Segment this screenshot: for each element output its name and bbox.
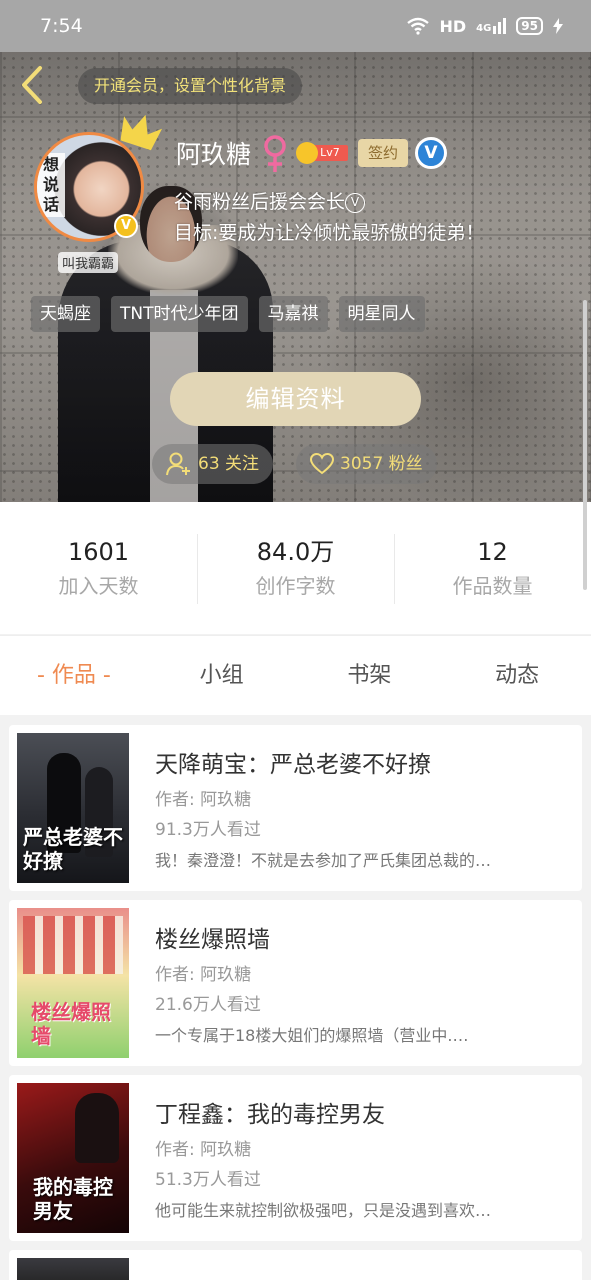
vip-banner[interactable]: 开通会员，设置个性化背景 (78, 68, 303, 104)
add-user-icon (166, 452, 190, 476)
signal-icon: 4G (476, 18, 507, 34)
tag-item[interactable]: 明星同人 (338, 296, 425, 332)
stat-works: 12 作品数量 (394, 534, 591, 604)
level-badge: Lv7 (296, 142, 350, 164)
stat-value: 12 (477, 538, 508, 566)
edit-profile-button[interactable]: 编辑资料 (170, 372, 421, 426)
book-description: 我！秦澄澄！不就是去参加了严氏集团总裁的… (155, 851, 492, 870)
book-author: 作者: 阿玖糖 (155, 790, 252, 810)
battery-icon: 95 (516, 17, 543, 35)
stat-value: 84.0万 (256, 538, 335, 566)
book-cover: 严总老婆不好撩 (17, 733, 129, 883)
book-description: 他可能生来就控制欲极强吧，只是没遇到喜欢… (155, 1201, 492, 1220)
status-bar: 7:54 HD 4G 95 (0, 0, 591, 52)
heart-icon (310, 453, 334, 475)
book-title: 天降萌宝：严总老婆不好撩 (155, 752, 431, 778)
book-item-partial[interactable] (9, 1250, 582, 1280)
book-item[interactable]: 楼丝爆照墙 楼丝爆照墙 作者: 阿玖糖 21.6万人看过 一个专属于18楼大姐们… (9, 900, 582, 1066)
avatar-tag: 叫我霸霸 (58, 252, 119, 273)
stat-days: 1601 加入天数 (0, 534, 197, 602)
stat-label: 创作字数 (255, 574, 336, 598)
book-cover: 我的毒控男友 (17, 1083, 129, 1233)
wifi-icon (407, 17, 430, 35)
book-title: 丁程鑫：我的毒控男友 (155, 1102, 385, 1128)
tab-groups[interactable]: 小组 (148, 636, 296, 715)
book-item[interactable]: 我的毒控男友 丁程鑫：我的毒控男友 作者: 阿玖糖 51.3万人看过 他可能生来… (9, 1075, 582, 1241)
female-icon (264, 135, 286, 172)
stat-label: 加入天数 (58, 574, 139, 598)
tab-works[interactable]: - 作品 - (0, 636, 148, 715)
book-title: 楼丝爆照墙 (155, 927, 270, 953)
book-item[interactable]: 严总老婆不好撩 天降萌宝：严总老婆不好撩 作者: 阿玖糖 91.3万人看过 我！… (9, 725, 582, 891)
tab-bookshelf[interactable]: 书架 (296, 636, 444, 715)
stats-bar: 1601 加入天数 84.0万 创作字数 12 作品数量 (0, 502, 591, 634)
cover-title: 严总老婆不好撩 (23, 825, 123, 873)
book-reads: 91.3万人看过 (155, 820, 261, 840)
small-verified-icon: V (345, 193, 366, 213)
book-author: 作者: 阿玖糖 (155, 965, 252, 985)
profile-tags: 天蝎座 TNT时代少年团 马嘉祺 明星同人 (31, 296, 425, 332)
bio-line-2: 目标:要成为让冷倾忧最骄傲的徒弟！ (174, 222, 485, 244)
scrollbar[interactable] (583, 300, 587, 590)
username: 阿玖糖 (176, 140, 252, 169)
book-description: 一个专属于18楼大姐们的爆照墙（营业中.… (155, 1026, 469, 1045)
avatar-overlay-text: 想说话 (37, 153, 65, 217)
back-arrow-icon[interactable] (16, 64, 52, 106)
following-count: 63 关注 (198, 454, 260, 474)
book-reads: 21.6万人看过 (155, 995, 261, 1015)
book-author: 作者: 阿玖糖 (155, 1140, 252, 1160)
stat-words: 84.0万 创作字数 (197, 534, 394, 604)
tag-item[interactable]: TNT时代少年团 (111, 296, 248, 332)
cover-title: 我的毒控男友 (33, 1175, 113, 1223)
tag-item[interactable]: 马嘉祺 (258, 296, 328, 332)
cover-title: 楼丝爆照墙 (31, 1000, 111, 1048)
fans-count: 3057 粉丝 (340, 454, 423, 474)
network-type: HD (439, 16, 467, 36)
verified-v-icon: V (114, 214, 138, 238)
verified-icon: V (415, 137, 447, 169)
fans-button[interactable]: 3057 粉丝 (296, 444, 437, 484)
stat-value: 1601 (67, 538, 130, 566)
tag-item[interactable]: 天蝎座 (31, 296, 100, 332)
book-cover (17, 1258, 129, 1280)
signed-badge: 签约 (358, 139, 408, 167)
bio-line-1: 谷雨粉丝后援会会长 V (174, 187, 366, 214)
status-time: 7:54 (40, 15, 83, 37)
following-button[interactable]: 63 关注 (152, 444, 274, 484)
stat-label: 作品数量 (452, 574, 533, 598)
tab-activity[interactable]: 动态 (443, 636, 591, 715)
book-reads: 51.3万人看过 (155, 1170, 261, 1190)
profile-tabs: - 作品 - 小组 书架 动态 (0, 635, 591, 715)
book-cover: 楼丝爆照墙 (17, 908, 129, 1058)
sun-icon (296, 142, 318, 164)
charging-icon (553, 18, 563, 34)
